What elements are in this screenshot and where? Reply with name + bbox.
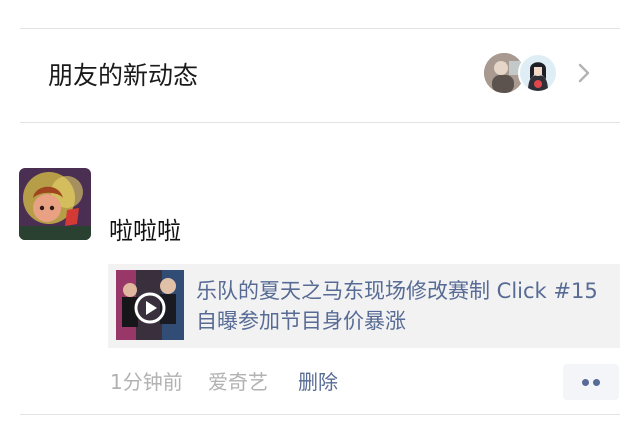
- moments-page: 朋友的新动态 啦啦啦 乐队的夏天之马东现场修改赛制 Click #15自曝参加节…: [0, 0, 640, 422]
- divider-middle: [20, 122, 620, 123]
- post-author-avatar[interactable]: [19, 168, 91, 240]
- post-timestamp: 1分钟前: [110, 370, 183, 394]
- delete-post-link[interactable]: 删除: [298, 368, 338, 396]
- chevron-right-icon: [578, 63, 590, 83]
- post-source[interactable]: 爱奇艺: [208, 368, 268, 396]
- more-dots-icon: [593, 379, 600, 386]
- more-dots-icon: [582, 379, 589, 386]
- link-thumbnail: [116, 270, 184, 340]
- shared-link-card[interactable]: 乐队的夏天之马东现场修改赛制 Click #15自曝参加节目身价暴涨: [108, 264, 620, 348]
- friend-avatar-2[interactable]: [518, 53, 558, 93]
- post-text: 啦啦啦: [109, 217, 181, 245]
- link-title: 乐队的夏天之马东现场修改赛制 Click #15自曝参加节目身价暴涨: [196, 279, 598, 333]
- divider-bottom: [20, 414, 620, 415]
- friends-updates-title: 朋友的新动态: [48, 61, 199, 90]
- more-actions-button[interactable]: [563, 364, 619, 400]
- friends-updates-row[interactable]: 朋友的新动态: [0, 29, 640, 122]
